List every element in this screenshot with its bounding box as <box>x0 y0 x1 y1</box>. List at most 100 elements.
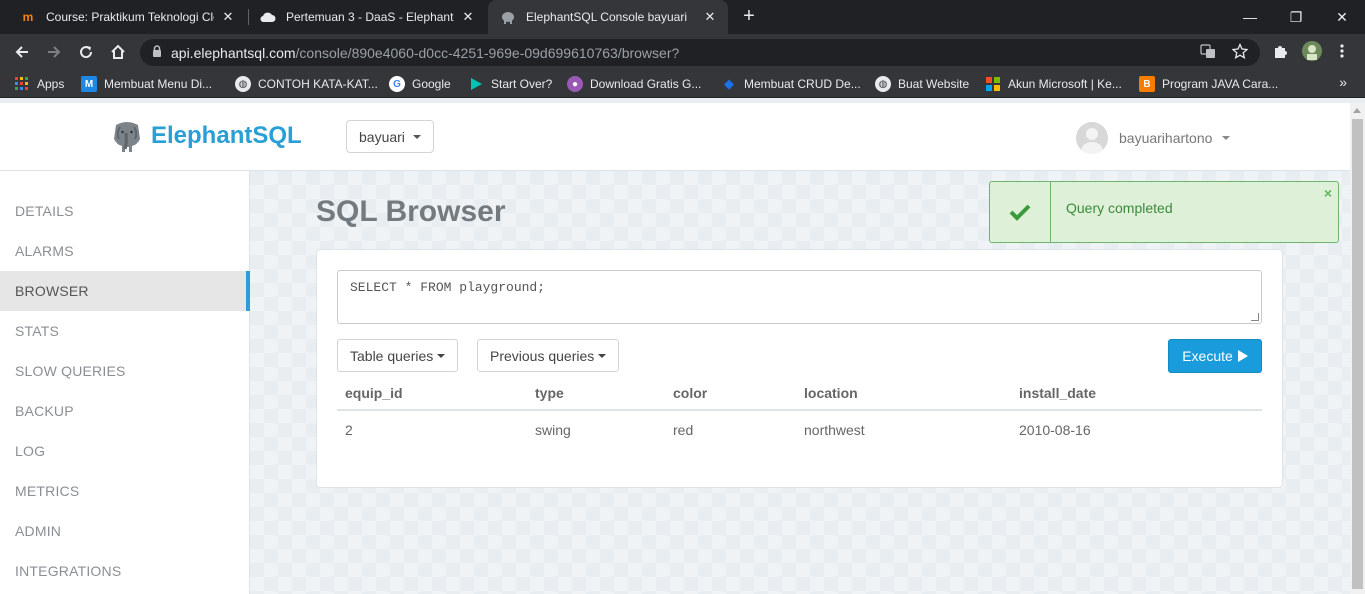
table-cell: northwest <box>804 421 865 438</box>
bookmark-membuat-crud[interactable]: ◆ Membuat CRUD De... <box>721 75 861 93</box>
tab-title: Pertemuan 3 - DaaS - ElephantSQ <box>286 10 454 24</box>
sidebar-item-details[interactable]: DETAILS <box>0 191 249 231</box>
sql-browser-panel: SELECT * FROM playground; Table queries … <box>316 249 1283 488</box>
maximize-button[interactable]: ❐ <box>1273 0 1319 34</box>
home-button[interactable] <box>106 40 130 64</box>
tab-title: ElephantSQL Console bayuari <box>526 10 687 24</box>
sql-query-text: SELECT * FROM playground; <box>350 280 546 295</box>
bookmark-label: Akun Microsoft | Ke... <box>1008 77 1122 91</box>
bookmark-akun-microsoft[interactable]: Akun Microsoft | Ke... <box>985 75 1122 93</box>
tab-elephantsql-console[interactable]: ElephantSQL Console bayuari ✕ <box>488 0 728 34</box>
bookmark-label: CONTOH KATA-KAT... <box>258 77 378 91</box>
bookmark-star-icon[interactable] <box>1231 42 1249 62</box>
arrow-right-icon <box>48 46 61 58</box>
sidebar-item-metrics[interactable]: METRICS <box>0 471 249 511</box>
bookmark-membuat-menu[interactable]: M Membuat Menu Di... <box>81 75 212 93</box>
close-window-button[interactable]: ✕ <box>1319 0 1365 34</box>
bookmark-label: Program JAVA Cara... <box>1162 77 1279 91</box>
execute-label: Execute <box>1182 348 1233 364</box>
instance-name: bayuari <box>359 128 405 145</box>
globe-icon: ◍ <box>235 76 251 92</box>
profile-avatar-icon[interactable] <box>1302 41 1322 64</box>
chevron-down-icon <box>437 353 446 358</box>
tab-title: Course: Praktikum Teknologi Clou <box>46 10 214 24</box>
blogger-icon: B <box>1139 76 1155 92</box>
column-header: install_date <box>1011 376 1262 411</box>
column-header: color <box>665 376 796 411</box>
page-scrollbar[interactable] <box>1350 103 1365 594</box>
sidebar-item-browser[interactable]: BROWSER <box>0 271 250 311</box>
table-cell: 2010-08-16 <box>1019 421 1091 438</box>
sidebar-item-log[interactable]: LOG <box>0 431 249 471</box>
forward-button[interactable] <box>42 40 66 64</box>
close-tab-icon[interactable]: ✕ <box>460 9 476 25</box>
home-icon <box>111 44 125 59</box>
user-menu[interactable]: bayuarihartono <box>1076 122 1231 154</box>
sidebar-item-slow-queries[interactable]: SLOW QUERIES <box>0 351 249 391</box>
table-cell: red <box>673 421 694 438</box>
page: ElephantSQL bayuari bayuarihartono DETAI… <box>0 103 1365 594</box>
table-row: 2 swing red northwest 2010-08-16 <box>337 410 1262 448</box>
brand-logo[interactable]: ElephantSQL <box>110 119 302 153</box>
sidebar: DETAILS ALARMS BROWSER STATS SLOW QUERIE… <box>0 171 250 594</box>
bookmarks-overflow-button[interactable]: » <box>1339 74 1347 90</box>
toast-message: Query completed <box>1066 200 1173 216</box>
resize-handle-icon[interactable] <box>1251 313 1259 321</box>
back-button[interactable] <box>10 40 34 64</box>
scroll-up-icon[interactable] <box>1353 108 1361 113</box>
table-header-row: equip_id type color location install_dat… <box>337 376 1262 411</box>
play-icon <box>1237 350 1248 362</box>
globe-icon: ◍ <box>875 76 891 92</box>
minimize-button[interactable]: — <box>1227 0 1273 34</box>
bookmark-label: Apps <box>37 77 65 91</box>
url-host: api.elephantsql.com <box>171 44 296 61</box>
username: bayuarihartono <box>1119 130 1213 146</box>
sidebar-item-integrations[interactable]: INTEGRATIONS <box>0 551 249 591</box>
chrome-menu-icon[interactable] <box>1340 43 1344 62</box>
bookmark-google[interactable]: G Google <box>389 75 451 93</box>
lock-icon <box>152 45 162 60</box>
close-tab-icon[interactable]: ✕ <box>702 9 718 25</box>
apps-grid-icon <box>14 76 30 92</box>
scrollbar-thumb[interactable] <box>1352 119 1363 589</box>
tab-course[interactable]: m Course: Praktikum Teknologi Clou ✕ <box>8 0 246 34</box>
extensions-puzzle-icon[interactable] <box>1272 43 1288 62</box>
bookmark-start-over[interactable]: Start Over? <box>468 75 552 93</box>
bookmark-program-java[interactable]: B Program JAVA Cara... <box>1139 75 1278 93</box>
table-queries-dropdown[interactable]: Table queries <box>337 339 459 372</box>
bookmark-buat-website[interactable]: ◍ Buat Website <box>875 75 969 93</box>
new-tab-button[interactable]: + <box>738 6 760 28</box>
bookmark-label: Membuat Menu Di... <box>104 77 213 91</box>
close-tab-icon[interactable]: ✕ <box>220 9 236 25</box>
m-logo-icon: M <box>81 76 97 92</box>
reload-button[interactable] <box>74 40 98 64</box>
previous-queries-dropdown[interactable]: Previous queries <box>477 339 620 372</box>
bookmark-download-gratis[interactable]: ● Download Gratis G... <box>567 75 701 93</box>
play-store-icon <box>468 76 484 92</box>
bookmark-contoh-kata[interactable]: ◍ CONTOH KATA-KAT... <box>235 75 378 93</box>
translate-icon[interactable] <box>1200 43 1216 62</box>
bookmarks-bar: Apps M Membuat Menu Di... ◍ CONTOH KATA-… <box>0 70 1365 98</box>
execute-button[interactable]: Execute <box>1168 339 1262 373</box>
sidebar-item-stats[interactable]: STATS <box>0 311 249 351</box>
reload-icon <box>80 46 93 59</box>
checkmark-icon <box>990 182 1051 242</box>
brand-name: ElephantSQL <box>151 122 302 149</box>
browser-tab-bar: m Course: Praktikum Teknologi Clou ✕ Per… <box>0 0 1365 34</box>
elephant-logo-icon <box>114 122 140 152</box>
sidebar-item-backup[interactable]: BACKUP <box>0 391 249 431</box>
sidebar-item-alarms[interactable]: ALARMS <box>0 231 249 271</box>
results-table: equip_id type color location install_dat… <box>337 376 1262 448</box>
column-header: equip_id <box>337 376 527 411</box>
bookmark-label: Buat Website <box>898 77 970 91</box>
tab-pertemuan[interactable]: Pertemuan 3 - DaaS - ElephantSQ ✕ <box>248 0 486 34</box>
bookmark-apps[interactable]: Apps <box>14 75 64 93</box>
sidebar-item-admin[interactable]: ADMIN <box>0 511 249 551</box>
close-icon[interactable]: × <box>1324 185 1332 201</box>
address-bar[interactable]: api.elephantsql.com/console/890e4060-d0c… <box>140 39 1260 66</box>
chevron-down-icon <box>412 134 421 139</box>
sql-query-input[interactable]: SELECT * FROM playground; <box>337 270 1262 324</box>
bookmark-label: Download Gratis G... <box>590 77 702 91</box>
instance-selector[interactable]: bayuari <box>346 120 434 153</box>
url-path: /console/890e4060-d0cc-4251-969e-09d6996… <box>295 44 680 61</box>
